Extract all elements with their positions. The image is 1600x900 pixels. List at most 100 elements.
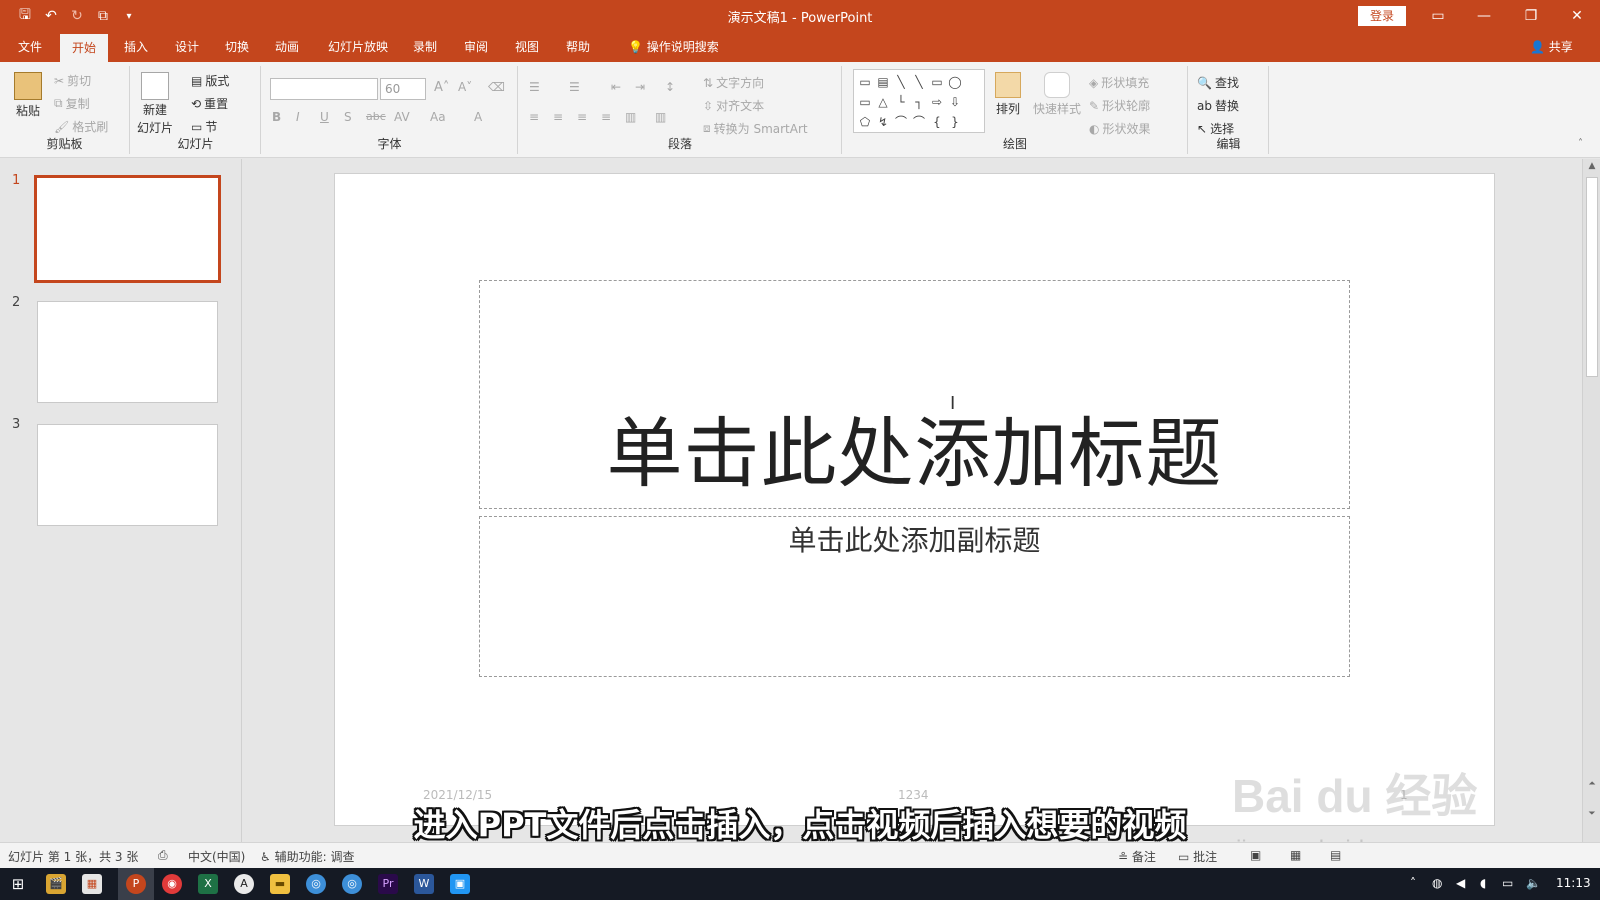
line-spacing-icon[interactable]: ↕ <box>665 80 675 94</box>
bullets-icon[interactable]: ☰ <box>529 80 540 94</box>
start-menu-icon[interactable]: ⊞ <box>8 874 28 894</box>
tell-me-search[interactable]: 💡 操作说明搜索 <box>616 32 731 62</box>
shapes-gallery[interactable]: ▭ ▤ ╲ ╲ ▭ ◯ ▭ △ └ ┐ ⇨ ⇩ ⬠ ↯ ⌒ ⌒{} <box>853 69 985 133</box>
tab-file[interactable]: 文件 <box>6 32 54 62</box>
collapse-ribbon-icon[interactable]: ˄ <box>1578 138 1583 149</box>
bold-button[interactable]: B <box>272 110 281 124</box>
distributed-icon[interactable]: ▥ <box>625 110 636 124</box>
accessibility-button[interactable]: ♿ 辅助功能: 调查 <box>260 848 354 865</box>
tab-review[interactable]: 审阅 <box>452 32 500 62</box>
tray-app-icon[interactable]: ◍ <box>1432 876 1442 890</box>
layout-button[interactable]: ▤ 版式 <box>191 72 229 89</box>
shape-option-icon[interactable]: ↯ <box>874 112 892 132</box>
shape-option-icon[interactable] <box>964 72 982 92</box>
shape-option-icon[interactable]: { <box>928 112 946 132</box>
columns-icon[interactable]: ▥ <box>655 110 666 124</box>
reading-view-icon[interactable]: ▤ <box>1330 848 1341 862</box>
clear-formatting-icon[interactable]: ⌫ <box>488 80 505 94</box>
taskbar-app-premiere-icon[interactable]: Pr <box>378 874 398 894</box>
text-direction-button[interactable]: ⇅ 文字方向 <box>703 74 764 91</box>
taskbar-app-browser-icon[interactable]: ◎ <box>306 874 326 894</box>
taskbar-app-video-editor-icon[interactable]: 🎬 <box>46 874 66 894</box>
shape-option-icon[interactable]: ╲ <box>892 72 910 92</box>
shape-fill-button[interactable]: ◈ 形状填充 <box>1089 74 1149 91</box>
new-slide-button[interactable]: 新建 幻灯片 <box>137 72 173 136</box>
shape-option-icon[interactable]: ◯ <box>946 72 964 92</box>
paste-button[interactable]: 粘贴 <box>14 72 42 119</box>
tab-slideshow[interactable]: 幻灯片放映 <box>316 32 400 62</box>
align-text-button[interactable]: ⇳ 对齐文本 <box>703 97 764 114</box>
shadow-button[interactable]: S <box>344 110 352 124</box>
shape-outline-button[interactable]: ✎ 形状轮廓 <box>1089 97 1150 114</box>
language-indicator[interactable]: 中文(中国) <box>188 848 245 865</box>
slide-thumbnail-1[interactable] <box>34 175 221 283</box>
align-left-icon[interactable]: ≡ <box>529 110 539 124</box>
login-button[interactable]: 登录 <box>1358 6 1406 26</box>
subtitle-placeholder[interactable]: 单击此处添加副标题 <box>479 516 1350 677</box>
scroll-up-icon[interactable]: ▲ <box>1586 161 1598 171</box>
normal-view-icon[interactable]: ▣ <box>1250 848 1261 862</box>
spellcheck-icon[interactable]: ⎙ <box>158 848 168 863</box>
decrease-indent-icon[interactable]: ⇤ <box>611 80 621 94</box>
scrollbar-thumb[interactable] <box>1586 177 1598 377</box>
align-center-icon[interactable]: ≡ <box>553 110 563 124</box>
tab-transitions[interactable]: 切换 <box>213 32 261 62</box>
tab-animations[interactable]: 动画 <box>263 32 311 62</box>
shape-option-icon[interactable]: ⌒ <box>892 112 910 132</box>
format-painter-button[interactable]: 🖌 格式刷 <box>54 118 108 135</box>
slide-thumbnail-2[interactable] <box>37 301 218 403</box>
shape-option-icon[interactable]: ⌒ <box>910 112 928 132</box>
align-right-icon[interactable]: ≡ <box>577 110 587 124</box>
shape-option-icon[interactable] <box>964 112 982 132</box>
taskbar-app-word-icon[interactable]: W <box>414 874 434 894</box>
shape-option-icon[interactable]: ▭ <box>928 72 946 92</box>
tab-view[interactable]: 视图 <box>503 32 551 62</box>
close-icon[interactable]: ✕ <box>1565 5 1589 27</box>
notes-button[interactable]: ≗ 备注 <box>1118 848 1156 865</box>
cut-button[interactable]: ✂ 剪切 <box>54 72 91 89</box>
change-case-button[interactable]: Aa <box>430 110 446 124</box>
tab-help[interactable]: 帮助 <box>554 32 602 62</box>
taskbar-app-file-explorer-icon[interactable]: ▬ <box>270 874 290 894</box>
italic-button[interactable]: I <box>296 110 300 124</box>
increase-font-icon[interactable]: A˄ <box>434 80 449 95</box>
share-button[interactable]: 👤 共享 <box>1530 32 1573 62</box>
increase-indent-icon[interactable]: ⇥ <box>635 80 645 94</box>
shape-option-icon[interactable]: ╲ <box>910 72 928 92</box>
taskbar-app-dashboard-icon[interactable]: ▦ <box>82 874 102 894</box>
previous-slide-icon[interactable]: ⏶ <box>1586 779 1598 789</box>
tray-mic-icon[interactable]: ◖ <box>1480 876 1486 890</box>
taskbar-app-netease-music-icon[interactable]: ◉ <box>162 874 182 894</box>
tab-record[interactable]: 录制 <box>401 32 449 62</box>
shape-option-icon[interactable]: } <box>946 112 964 132</box>
taskbar-app-excel-icon[interactable]: X <box>198 874 218 894</box>
tray-volume-muted-icon[interactable]: ◀ <box>1456 876 1465 890</box>
find-button[interactable]: 🔍 查找 <box>1197 74 1239 91</box>
font-color-button[interactable]: A <box>474 110 482 124</box>
shape-option-icon[interactable]: ┐ <box>910 92 928 112</box>
shape-option-icon[interactable]: ▤ <box>874 72 892 92</box>
shape-option-icon[interactable]: △ <box>874 92 892 112</box>
font-size-combo[interactable]: 60 <box>380 78 426 100</box>
arrange-button[interactable]: 排列 <box>995 72 1021 117</box>
title-placeholder[interactable]: 单击此处添加标题 <box>479 280 1350 509</box>
ribbon-display-options-icon[interactable]: ▭ <box>1426 5 1450 27</box>
taskbar-app-a-icon[interactable]: A <box>234 874 254 894</box>
underline-button[interactable]: U <box>320 110 329 124</box>
slide-sorter-icon[interactable]: ▦ <box>1290 848 1301 862</box>
justify-icon[interactable]: ≡ <box>601 110 611 124</box>
strikethrough-button[interactable]: abc <box>366 110 386 123</box>
tab-insert[interactable]: 插入 <box>112 32 160 62</box>
taskbar-app-browser-icon[interactable]: ◎ <box>342 874 362 894</box>
slide-thumbnail-3[interactable] <box>37 424 218 526</box>
numbering-icon[interactable]: ☰ <box>569 80 580 94</box>
char-spacing-button[interactable]: AV <box>394 110 410 124</box>
shape-option-icon[interactable]: ⇩ <box>946 92 964 112</box>
minimize-icon[interactable]: — <box>1472 5 1496 27</box>
shape-option-icon[interactable]: ⬠ <box>856 112 874 132</box>
comments-button[interactable]: ▭ 批注 <box>1178 848 1217 865</box>
copy-button[interactable]: ⧉ 复制 <box>54 95 90 112</box>
decrease-font-icon[interactable]: A˅ <box>458 80 472 94</box>
restore-icon[interactable]: ❐ <box>1519 5 1543 27</box>
reset-button[interactable]: ⟲ 重置 <box>191 95 228 112</box>
